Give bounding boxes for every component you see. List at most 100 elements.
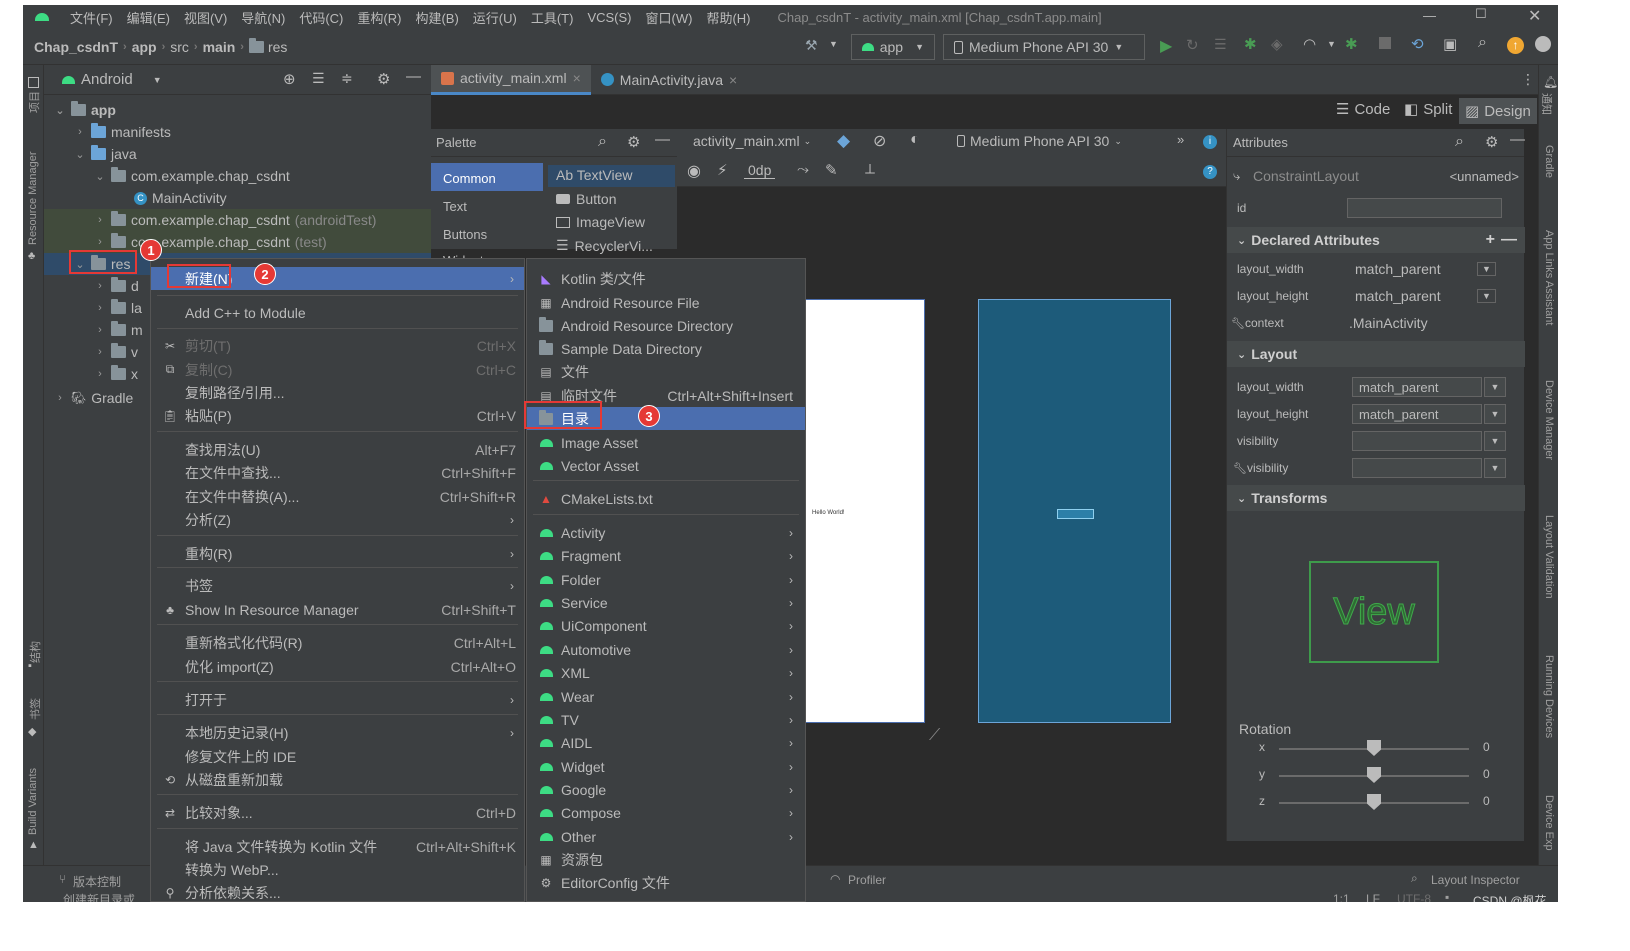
night-mode-icon[interactable]: ◐ (910, 131, 920, 149)
menu-item-analyze[interactable]: 分析(Z) › (151, 508, 524, 531)
chevron-down-icon[interactable]: ⌄ (94, 170, 106, 183)
menu-edit[interactable]: 编辑(E) (120, 8, 177, 27)
submenu-item-folder[interactable]: Folder › (527, 568, 805, 591)
menu-build[interactable]: 构建(B) (408, 8, 465, 27)
collapse-all-icon[interactable]: ≑ (341, 70, 353, 87)
submenu-item-cmakelists[interactable]: ▲ CMakeLists.txt (527, 487, 805, 510)
menu-help[interactable]: 帮助(H) (699, 8, 757, 27)
menu-run[interactable]: 运行(U) (466, 8, 524, 27)
orientation-icon[interactable]: ⊘ (873, 131, 886, 151)
menu-item-replace-in-files[interactable]: 在文件中替换(A)... Ctrl+Shift+R (151, 485, 524, 508)
hello-world-text[interactable]: Hello World! (812, 510, 845, 516)
info-icon[interactable]: i (1203, 135, 1217, 149)
tree-item-res-child[interactable]: › v (94, 341, 138, 363)
declared-attributes-header[interactable]: ⌄ Declared Attributes + — (1227, 227, 1525, 253)
build-variants-icon[interactable]: ▲ (28, 839, 39, 851)
resource-manager-tool-button[interactable]: Resource Manager (27, 151, 39, 245)
chevron-down-icon[interactable]: ▼ (1484, 458, 1506, 478)
menu-refactor[interactable]: 重构(R) (350, 8, 408, 27)
layout-validation-tool-button[interactable]: Layout Validation (1543, 515, 1555, 599)
structure-icon[interactable]: ▪ (28, 660, 32, 672)
submenu-item-tv[interactable]: TV › (527, 708, 805, 731)
menu-vcs[interactable]: VCS(S) (580, 10, 638, 25)
palette-widget-button[interactable]: Button (556, 191, 616, 207)
bookmarks-tool-button[interactable]: 书签 (27, 698, 43, 720)
tree-item-res-child[interactable]: › d (94, 275, 139, 297)
tree-item-manifests[interactable]: › manifests (74, 121, 171, 143)
submenu-item-google[interactable]: Google › (527, 778, 805, 801)
palette-category-text[interactable]: Text (443, 199, 467, 214)
submenu-item-fragment[interactable]: Fragment › (527, 544, 805, 567)
submenu-item-file[interactable]: ▤ 文件 (527, 360, 805, 383)
device-explorer-tool-button[interactable]: Device Exp (1543, 795, 1555, 851)
code-view-button[interactable]: ☰ Code (1336, 100, 1390, 119)
notifications-icon[interactable]: 🔔︎ (1543, 75, 1558, 89)
remove-attribute-icon[interactable]: — (1501, 231, 1517, 249)
help-icon[interactable]: ? (1203, 165, 1217, 179)
attach-process-icon[interactable]: ✱ (1345, 35, 1358, 53)
close-window-icon[interactable]: ✕ (1528, 6, 1541, 26)
file-encoding[interactable]: UTF-8 (1397, 892, 1431, 902)
chevron-down-icon[interactable]: ▼ (1484, 431, 1506, 451)
minimize-icon[interactable]: — (1423, 8, 1436, 23)
menu-item-find-usages[interactable]: 查找用法(U) Alt+F7 (151, 438, 524, 461)
notifications-tool-button[interactable]: 通知 (1539, 93, 1555, 115)
resource-manager-icon[interactable]: ♣ (28, 250, 35, 262)
build-variants-tool-button[interactable]: Build Variants (27, 768, 39, 835)
search-icon[interactable]: ⌕ (1455, 133, 1464, 151)
chevron-right-icon[interactable]: › (94, 302, 106, 314)
blueprint-textview[interactable] (1057, 509, 1094, 519)
palette-widget-recyclerview[interactable]: ☰ RecyclerVi... (556, 237, 653, 254)
menu-item-cut[interactable]: ✂ 剪切(T) Ctrl+X (151, 334, 524, 357)
submenu-item-wear[interactable]: Wear › (527, 685, 805, 708)
rotation-slider-thumb[interactable] (1367, 794, 1381, 810)
menu-view[interactable]: 视图(V) (177, 8, 234, 27)
menu-item-find-in-files[interactable]: 在文件中查找... Ctrl+Shift+F (151, 461, 524, 484)
attr-value[interactable]: match_parent (1355, 288, 1441, 304)
menu-item-copy[interactable]: ⧉ 复制(C) Ctrl+C (151, 358, 524, 381)
stop-icon[interactable] (1379, 37, 1391, 49)
design-view-button[interactable]: ▨ Design (1459, 98, 1537, 124)
tree-item-app[interactable]: ⌄ app (54, 99, 116, 121)
palette-widget-textview[interactable]: Ab TextView (548, 165, 675, 187)
menu-item-local-history[interactable]: 本地历史记录(H) › (151, 721, 524, 744)
app-links-tool-button[interactable]: App Links Assistant (1543, 230, 1555, 325)
sync-gradle-icon[interactable]: ⟲ (1411, 35, 1424, 53)
menu-item-open-in[interactable]: 打开于 › (151, 688, 524, 711)
chevron-down-icon[interactable]: ▼ (153, 75, 162, 85)
breadcrumb-src[interactable]: src (170, 39, 189, 55)
rotation-value[interactable]: 0 (1483, 740, 1490, 754)
show-system-ui-icon[interactable]: ◉ (687, 161, 701, 181)
palette-category-buttons[interactable]: Buttons (443, 227, 487, 242)
resize-handle-icon[interactable]: ⟋ (929, 727, 940, 745)
split-view-button[interactable]: ◧ Split (1404, 100, 1452, 119)
chevron-down-icon[interactable]: ▼ (1327, 39, 1336, 49)
tree-item-main-activity[interactable]: C MainActivity (134, 187, 227, 209)
vcs-tool-button[interactable]: 版本控制 (73, 873, 121, 890)
chevron-right-icon[interactable]: › (94, 368, 106, 380)
chevron-down-icon[interactable]: ▼ (1484, 404, 1506, 424)
tab-main-activity-java[interactable]: MainActivity.java × (591, 65, 747, 95)
menu-window[interactable]: 窗口(W) (639, 8, 700, 27)
line-separator[interactable]: LF (1366, 892, 1380, 902)
account-icon[interactable] (1535, 36, 1551, 52)
default-margin-select[interactable]: 0dp (744, 162, 776, 179)
profile-icon[interactable]: ◠ (1303, 35, 1316, 53)
search-icon[interactable]: ⌕ (598, 133, 607, 151)
chevron-down-icon[interactable]: ▼ (1477, 289, 1496, 303)
palette-widget-imageview[interactable]: ImageView (556, 214, 645, 230)
submenu-item-widget[interactable]: Widget › (527, 755, 805, 778)
transforms-section-header[interactable]: ⌄ Transforms (1227, 485, 1525, 511)
chevron-right-icon[interactable]: › (94, 280, 106, 292)
menu-item-reload-from-disk[interactable]: ⟲ 从磁盘重新加载 (151, 768, 524, 791)
attr-value[interactable] (1352, 431, 1482, 451)
menu-file[interactable]: 文件(F) (63, 8, 120, 27)
submenu-item-version-catalog[interactable]: ▤ Version Catalog (527, 895, 805, 902)
file-select[interactable]: activity_main.xml ⌄ (693, 133, 811, 149)
menu-item-reformat-code[interactable]: 重新格式化代码(R) Ctrl+Alt+L (151, 631, 524, 654)
submenu-item-vector-asset[interactable]: Vector Asset (527, 454, 805, 477)
search-icon[interactable]: ⌕ (1478, 34, 1487, 52)
close-icon[interactable]: × (729, 72, 737, 88)
layout-section-header[interactable]: ⌄ Layout (1227, 341, 1525, 367)
close-icon[interactable]: × (573, 70, 581, 86)
